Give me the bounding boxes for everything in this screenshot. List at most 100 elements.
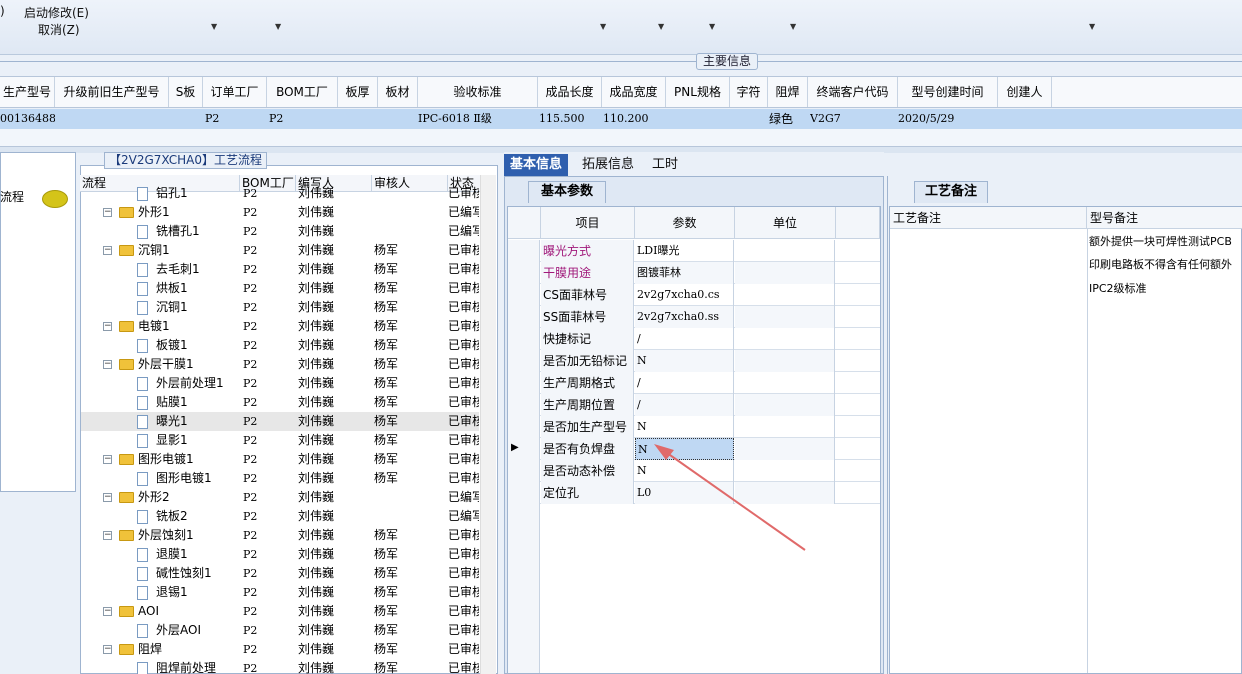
tree-row[interactable]: 显影1 P2 刘伟巍 杨军 已审核	[81, 431, 479, 450]
tree-row[interactable]: 外层前处理1 P2 刘伟巍 杨军 已审核	[81, 374, 479, 393]
row-selector[interactable]	[508, 328, 540, 350]
table-cell[interactable]: 2020/5/29	[898, 109, 998, 129]
tree-row[interactable]: − 电镀1 P2 刘伟巍 杨军 已审核	[81, 317, 479, 336]
param-unit-cell[interactable]	[735, 262, 835, 284]
param-row[interactable]: 生产周期位置 /	[508, 394, 880, 416]
collapse-icon[interactable]: −	[103, 246, 112, 255]
param-value-cell[interactable]: 图镀菲林	[635, 262, 734, 284]
col-header[interactable]: 板材	[378, 77, 418, 107]
param-row[interactable]: 曝光方式 LDI曝光	[508, 240, 880, 262]
model-note[interactable]: 额外提供一块可焊性测试PCB	[1089, 233, 1232, 249]
tree-row[interactable]: 铣槽孔1 P2 刘伟巍 已编写	[81, 222, 479, 241]
row-selector[interactable]	[508, 416, 540, 438]
col-header[interactable]: 终端客户代码	[808, 77, 898, 107]
tree-row[interactable]: 沉铜1 P2 刘伟巍 杨军 已审核	[81, 298, 479, 317]
dropdown-arrow-icon[interactable]: ▼	[709, 22, 715, 31]
tree-row[interactable]: 图形电镀1 P2 刘伟巍 杨军 已审核	[81, 469, 479, 488]
col-header[interactable]: S板	[169, 77, 203, 107]
param-row[interactable]: 是否加生产型号 N	[508, 416, 880, 438]
collapse-icon[interactable]: −	[103, 322, 112, 331]
param-value-cell[interactable]: 2v2g7xcha0.cs	[635, 284, 734, 306]
tree-row[interactable]: 退锡1 P2 刘伟巍 杨军 已审核	[81, 583, 479, 602]
flow-scrollbar[interactable]	[480, 175, 496, 674]
col-header[interactable]: 升级前旧生产型号	[55, 77, 169, 107]
dropdown-arrow-icon[interactable]: ▼	[600, 22, 606, 31]
param-value-cell[interactable]: /	[635, 372, 734, 394]
row-selector[interactable]	[508, 240, 540, 262]
tree-row[interactable]: 板镀1 P2 刘伟巍 杨军 已审核	[81, 336, 479, 355]
table-cell[interactable]: V2G7	[810, 109, 890, 129]
collapse-icon[interactable]: −	[103, 455, 112, 464]
tree-row[interactable]: − 阻焊 P2 刘伟巍 杨军 已审核	[81, 640, 479, 659]
col-header[interactable]: 创建人	[998, 77, 1052, 107]
col-header[interactable]: 成品长度	[538, 77, 602, 107]
tree-row[interactable]: 外层AOI P2 刘伟巍 杨军 已审核	[81, 621, 479, 640]
collapse-icon[interactable]: −	[103, 531, 112, 540]
tab-extended-info[interactable]: 拓展信息	[576, 154, 640, 176]
dropdown-arrow-icon[interactable]: ▼	[211, 22, 217, 31]
table-row[interactable]: 00136488 P2 P2 IPC-6018 Ⅱ级 115.500 110.2…	[0, 109, 1242, 129]
table-cell[interactable]: IPC-6018 Ⅱ级	[418, 109, 538, 129]
row-selector[interactable]	[508, 284, 540, 306]
col-header[interactable]: 参数	[635, 207, 735, 239]
tree-row[interactable]: − 外形1 P2 刘伟巍 已编写	[81, 203, 479, 222]
param-value-cell[interactable]: /	[635, 394, 734, 416]
param-row[interactable]: 生产周期格式 /	[508, 372, 880, 394]
tree-row[interactable]: 曝光1 P2 刘伟巍 杨军 已审核	[81, 412, 479, 431]
collapse-icon[interactable]: −	[103, 360, 112, 369]
tree-row[interactable]: − 外形2 P2 刘伟巍 已编写	[81, 488, 479, 507]
row-selector[interactable]	[508, 262, 540, 284]
dropdown-arrow-icon[interactable]: ▼	[275, 22, 281, 31]
table-cell[interactable]: 110.200	[603, 109, 665, 129]
table-cell[interactable]: P2	[205, 109, 265, 129]
dropdown-arrow-icon[interactable]: ▼	[790, 22, 796, 31]
col-header[interactable]: 成品宽度	[602, 77, 666, 107]
col-header[interactable]: 工艺备注	[890, 207, 1087, 229]
tree-row[interactable]: − 外层干膜1 P2 刘伟巍 杨军 已审核	[81, 355, 479, 374]
tree-row[interactable]: 阻焊前处理 P2 刘伟巍 杨军 已审核	[81, 659, 479, 674]
tree-row[interactable]: 铝孔1 P2 刘伟巍 已审核	[81, 184, 479, 203]
tree-row[interactable]: 烘板1 P2 刘伟巍 杨军 已审核	[81, 279, 479, 298]
start-edit-button[interactable]: 启动修改(E)	[24, 4, 89, 21]
param-unit-cell[interactable]	[735, 394, 835, 416]
model-note[interactable]: 印刷电路板不得含有任何额外	[1089, 256, 1232, 272]
tree-row[interactable]: 去毛刺1 P2 刘伟巍 杨军 已审核	[81, 260, 479, 279]
table-cell[interactable]: 绿色	[769, 109, 807, 129]
param-unit-cell[interactable]	[735, 306, 835, 328]
col-header[interactable]: 板厚	[338, 77, 378, 107]
col-header[interactable]: 字符	[730, 77, 768, 107]
param-unit-cell[interactable]	[735, 350, 835, 372]
col-header[interactable]: 阻焊	[768, 77, 808, 107]
param-unit-cell[interactable]	[735, 240, 835, 262]
chat-bubble-icon[interactable]	[42, 190, 68, 208]
tab-work-hours[interactable]: 工时	[646, 154, 684, 176]
param-value-cell[interactable]: /	[635, 328, 734, 350]
param-value-cell[interactable]: N	[635, 350, 734, 372]
param-row[interactable]: SS面菲林号 2v2g7xcha0.ss	[508, 306, 880, 328]
tab-basic-info[interactable]: 基本信息	[504, 154, 569, 176]
collapse-icon[interactable]: −	[103, 208, 112, 217]
row-selector[interactable]: ▶	[508, 438, 540, 460]
tree-row[interactable]: 贴膜1 P2 刘伟巍 杨军 已审核	[81, 393, 479, 412]
param-value-cell[interactable]: N	[635, 416, 734, 438]
collapse-icon[interactable]: −	[103, 607, 112, 616]
param-unit-cell[interactable]	[735, 328, 835, 350]
col-header[interactable]: PNL规格	[666, 77, 730, 107]
dropdown-arrow-icon[interactable]: ▼	[1089, 22, 1095, 31]
cancel-button[interactable]: 取消(Z)	[38, 21, 80, 38]
col-header[interactable]: BOM工厂	[267, 77, 338, 107]
tree-row[interactable]: − 沉铜1 P2 刘伟巍 杨军 已审核	[81, 241, 479, 260]
tree-row[interactable]: 铣板2 P2 刘伟巍 已编写	[81, 507, 479, 526]
row-selector[interactable]	[508, 350, 540, 372]
table-cell[interactable]: P2	[269, 109, 329, 129]
row-selector[interactable]	[508, 394, 540, 416]
tree-row[interactable]: 碱性蚀刻1 P2 刘伟巍 杨军 已审核	[81, 564, 479, 583]
tree-row[interactable]: − 图形电镀1 P2 刘伟巍 杨军 已审核	[81, 450, 479, 469]
toolbar-menu-fragment[interactable]: )	[0, 4, 5, 18]
dropdown-arrow-icon[interactable]: ▼	[658, 22, 664, 31]
row-selector[interactable]	[508, 460, 540, 482]
param-unit-cell[interactable]	[735, 416, 835, 438]
col-header[interactable]: 项目	[541, 207, 635, 239]
col-header[interactable]: 型号备注	[1087, 207, 1242, 229]
col-header[interactable]: 生产型号	[0, 77, 55, 107]
